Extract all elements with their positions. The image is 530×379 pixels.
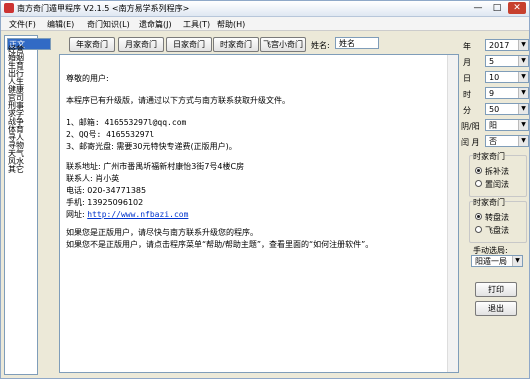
day-qimen-button[interactable]: 日家奇门 [166,37,212,52]
register-text: 如果您不是正版用户，请点击程序菜单“帮助/帮助主题”，查看里面的“如何注册软件”… [66,240,374,249]
address-text: 联系地址: 广州市番禺圻福新村康怡3街7号4楼C房 [66,162,245,171]
day-select[interactable]: 10 ▼ [485,71,529,83]
chevron-down-icon: ▼ [518,88,528,98]
hour-qimen-button[interactable]: 时家奇门 [213,37,259,52]
zhirun-radio[interactable] [475,180,482,187]
menu-help[interactable]: 帮助(H) [217,19,245,30]
chevron-down-icon: ▼ [518,120,528,130]
app-icon [4,3,14,13]
list-item[interactable]: 其它 [8,166,24,174]
greeting-text: 尊敬的用户: [66,74,109,83]
year-qimen-button[interactable]: 年家奇门 [69,37,115,52]
yinyang-label: 阴/阳 [461,122,480,131]
leap-month-label: 闰 月 [461,138,480,147]
month-select[interactable]: 5 ▼ [485,55,529,67]
chevron-down-icon: ▼ [518,40,528,50]
contact-person-text: 联系人: 肖小英 [66,174,120,183]
zhirun-label: 置闰法 [485,180,509,189]
phone-text: 电话: 020-34771385 [66,186,147,195]
feigong-qimen-button[interactable]: 飞宫小奇门 [260,37,306,52]
title-bar: 南方奇门遁甲程序 V2.1.5 <南方易学系列程序> — □ ✕ [1,1,529,17]
menu-knowledge[interactable]: 奇门知识(L) [87,19,130,30]
print-button[interactable]: 打印 [475,282,517,297]
website-label: 网址: [66,210,88,219]
chaibu-label: 拆补法 [485,167,509,176]
chevron-down-icon: ▼ [518,104,528,114]
hour-select[interactable]: 9 ▼ [485,87,529,99]
yinyang-select[interactable]: 阳 ▼ [485,119,529,131]
month-label: 月 [463,58,471,67]
feipan-radio[interactable] [475,226,482,233]
exit-button[interactable]: 退出 [475,301,517,316]
chevron-down-icon: ▼ [518,56,528,66]
close-button[interactable]: ✕ [508,2,526,14]
category-list[interactable]: 正文 经营 婚姻 生育 出行 人生 健康 官司 刑事 求学 战争 体育 寻人 寻… [4,35,51,375]
zhuanpan-radio[interactable] [475,213,482,220]
chevron-down-icon: ▼ [518,136,528,146]
vertical-scrollbar[interactable] [447,55,458,372]
name-field[interactable]: 姓名 [335,37,379,49]
menu-file[interactable]: 文件(F) [9,19,36,30]
menu-bar: 文件(F) 编辑(E) 奇门知识(L) 遗命篇(J) 工具(T) 帮助(H) [1,17,529,31]
zhuanpan-label: 转盘法 [485,213,509,222]
maximize-button[interactable]: □ [488,2,506,14]
month-qimen-button[interactable]: 月家奇门 [118,37,164,52]
day-label: 日 [463,74,471,83]
upgrade-text: 如果您是正版用户，请尽快与南方联系升级您的程序。 [66,228,258,237]
website-line: 网址: http://www.nfbazi.com [66,209,188,220]
menu-tools[interactable]: 工具(T) [183,19,210,30]
hour-label: 时 [463,90,471,99]
group2-title: 时家奇门 [473,197,505,208]
info-text: 本程序已有升级版，请通过以下方式与南方联系获取升级文件。 [66,96,290,105]
email-text: 1、邮箱: 416553297l@qq.com [66,118,187,127]
minimize-button[interactable]: — [469,2,487,14]
year-select[interactable]: 2017 ▼ [485,39,529,51]
minute-label: 分 [463,106,471,115]
name-label: 姓名: [311,41,330,50]
chevron-down-icon: ▼ [512,256,522,266]
menu-edit[interactable]: 编辑(E) [47,19,74,30]
year-label: 年 [463,42,471,51]
menu-yiming[interactable]: 遗命篇(J) [139,19,172,30]
chaibu-radio[interactable] [475,167,482,174]
app-window: 南方奇门遁甲程序 V2.1.5 <南方易学系列程序> — □ ✕ 文件(F) 编… [0,0,530,379]
mobile-text: 手机: 13925096102 [66,198,144,207]
chevron-down-icon: ▼ [518,72,528,82]
qq-text: 2、QQ号: 416553297l [66,130,155,139]
leap-month-select[interactable]: 否 ▼ [485,135,529,147]
feipan-label: 飞盘法 [485,226,509,235]
group1-title: 时家奇门 [473,151,505,162]
manual-select[interactable]: 阳遁一局 ▼ [471,255,523,267]
message-panel[interactable]: 尊敬的用户: 本程序已有升级版，请通过以下方式与南方联系获取升级文件。 1、邮箱… [59,54,459,373]
website-link[interactable]: http://www.nfbazi.com [87,210,188,219]
window-title: 南方奇门遁甲程序 V2.1.5 <南方易学系列程序> [17,4,190,13]
mail-cd-text: 3、邮寄光盘: 需要30元特快专递费(正版用户)。 [66,142,237,151]
minute-select[interactable]: 50 ▼ [485,103,529,115]
